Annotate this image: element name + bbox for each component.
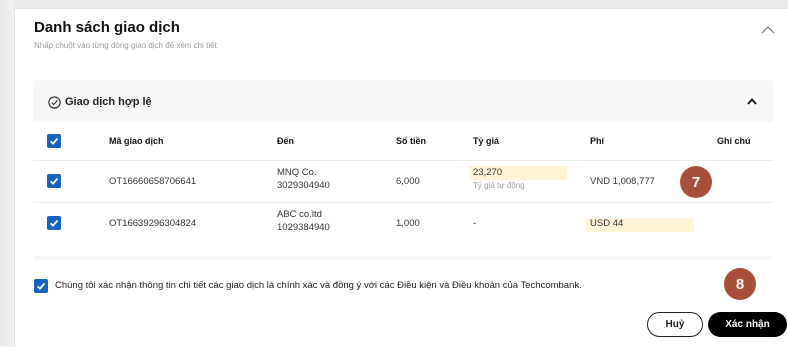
amount: 6,000 [396, 176, 420, 187]
recipient: ABC co.ltd 1029384940 [277, 208, 330, 234]
table-row[interactable]: OT16639296304824 ABC co.ltd 1029384940 1… [33, 202, 773, 245]
backdrop-left [0, 0, 14, 346]
check-icon [49, 137, 59, 145]
header-amount: Số tiền [396, 136, 427, 146]
confirm-button[interactable]: Xác nhận [708, 312, 787, 337]
confirm-checkbox[interactable] [34, 279, 48, 293]
header-to: Đến [277, 136, 295, 146]
chevron-up-icon[interactable] [761, 25, 775, 35]
recipient-name: ABC co.ltd [277, 209, 322, 220]
panel-subtitle: Nhấp chuột vào từng dòng giao dịch để xe… [34, 41, 217, 50]
fee: USD 44 [590, 218, 624, 229]
header-fee: Phí [590, 136, 605, 146]
transaction-table: Mã giao dịch Đến Số tiền Tỷ giá Phí Ghi … [33, 122, 773, 256]
transaction-code: OT16639296304824 [109, 218, 197, 229]
rate-value: 23,270 [473, 167, 503, 178]
check-icon [49, 177, 59, 185]
check-icon [49, 219, 59, 227]
header-code: Mã giao dịch [109, 136, 164, 146]
recipient-name: MNQ Co. [277, 167, 317, 178]
group-header[interactable]: Giao dịch hợp lệ [33, 80, 773, 122]
chevron-up-icon[interactable] [747, 98, 757, 105]
exchange-rate: 23,270 Tỷ giá tự động [473, 166, 525, 192]
backdrop-top [0, 0, 788, 8]
fee: VND 1,008,777 [590, 176, 655, 187]
recipient-account: 3029304940 [277, 180, 330, 191]
transaction-list-panel: Danh sách giao dịch Nhấp chuột vào từng … [14, 8, 788, 347]
valid-transactions-group: Giao dịch hợp lệ Mã giao dịch Đến Số tiề… [33, 80, 773, 260]
panel-title: Danh sách giao dịch [34, 19, 180, 36]
recipient: MNQ Co. 3029304940 [277, 166, 330, 192]
rate-type: Tỷ giá tự động [473, 181, 525, 190]
group-title: Giao dịch hợp lệ [65, 96, 152, 108]
cancel-button[interactable]: Huỷ [647, 312, 703, 337]
transaction-code: OT16660658706641 [109, 176, 197, 187]
row-checkbox[interactable] [47, 216, 61, 230]
select-all-checkbox[interactable] [47, 134, 61, 148]
amount: 1,000 [396, 218, 420, 229]
header-note: Ghi chú [717, 136, 751, 146]
table-row[interactable]: OT16660658706641 MNQ Co. 3029304940 6,00… [33, 160, 773, 203]
step-badge-8: 8 [724, 268, 756, 300]
exchange-rate: - [473, 218, 477, 229]
header-rate: Tỷ giá [473, 136, 500, 146]
check-circle-icon [48, 96, 61, 109]
recipient-account: 1029384940 [277, 222, 330, 233]
table-header-row: Mã giao dịch Đến Số tiền Tỷ giá Phí Ghi … [33, 122, 773, 160]
check-icon [36, 282, 46, 290]
step-badge-7: 7 [680, 166, 712, 198]
confirm-terms-text: Chúng tôi xác nhận thông tin chi tiết cá… [55, 280, 582, 291]
row-checkbox[interactable] [47, 174, 61, 188]
